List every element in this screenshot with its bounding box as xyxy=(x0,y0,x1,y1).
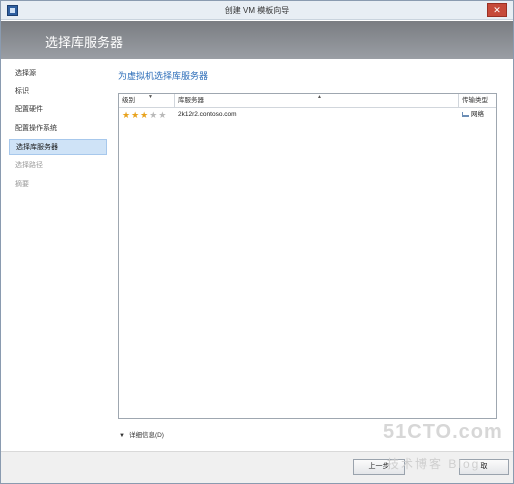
nav-item-configure-os[interactable]: 配置操作系统 xyxy=(9,121,107,137)
main-content: 为虚拟机选择库服务器 级别 ▼ 库服务器 ▲ 传输类型 ★ ★ ★ ★ ★ 2k12r2… xyxy=(109,59,513,451)
table-row[interactable]: ★ ★ ★ ★ ★ 2k12r2.contoso.com 网络 xyxy=(119,109,496,121)
column-header-transfer[interactable]: 传输类型 xyxy=(459,94,496,108)
wizard-window: 创建 VM 模板向导 ✕ 选择库服务器 选择源 标识 配置硬件 配置操作系统 选… xyxy=(0,0,514,484)
wizard-nav: 选择源 标识 配置硬件 配置操作系统 选择库服务器 选择路径 摘要 xyxy=(1,59,109,451)
nav-item-select-source[interactable]: 选择源 xyxy=(9,66,107,82)
page-title: 选择库服务器 xyxy=(45,35,124,50)
rating-stars: ★ ★ ★ ★ ★ xyxy=(122,110,166,120)
title-bar: 创建 VM 模板向导 ✕ xyxy=(1,1,513,20)
star-icon: ★ xyxy=(140,110,149,120)
server-name-cell: 2k12r2.contoso.com xyxy=(178,111,237,118)
column-header-rating[interactable]: 级别 xyxy=(119,94,175,108)
watermark-logo: 51CTO.com xyxy=(383,421,503,443)
sort-caret-icon: ▲ xyxy=(317,94,322,100)
nav-item-identity[interactable]: 标识 xyxy=(9,84,107,100)
nav-item-select-library-server[interactable]: 选择库服务器 xyxy=(9,139,107,155)
chevron-down-icon: ▼ xyxy=(119,433,125,439)
wizard-header: 选择库服务器 xyxy=(1,21,513,59)
transfer-type-label: 网络 xyxy=(471,111,484,118)
star-icon: ★ xyxy=(158,110,167,120)
network-icon xyxy=(462,111,469,117)
window-title: 创建 VM 模板向导 xyxy=(224,6,290,15)
nav-item-select-path: 选择路径 xyxy=(15,162,43,169)
rating-cell: ★ ★ ★ ★ ★ xyxy=(119,109,175,121)
close-button[interactable]: ✕ xyxy=(487,3,507,17)
details-label: 详细信息(D) xyxy=(128,432,164,439)
star-icon: ★ xyxy=(122,110,131,120)
star-icon: ★ xyxy=(149,110,158,120)
sort-caret-icon: ▼ xyxy=(148,94,153,100)
section-title: 为虚拟机选择库服务器 xyxy=(118,71,209,81)
library-server-grid[interactable]: 级别 ▼ 库服务器 ▲ 传输类型 ★ ★ ★ ★ ★ 2k12r2.contoso.co… xyxy=(118,93,497,419)
star-icon: ★ xyxy=(131,110,140,120)
nav-item-summary: 摘要 xyxy=(15,181,29,188)
nav-item-configure-hardware[interactable]: 配置硬件 xyxy=(9,102,107,118)
transfer-type-cell: 网络 xyxy=(459,109,496,121)
watermark-text: 技术博客 Blog xyxy=(387,457,481,471)
details-expander[interactable]: ▼ 详细信息(D) xyxy=(119,429,164,439)
grid-header: 级别 ▼ 库服务器 ▲ 传输类型 xyxy=(119,94,496,108)
